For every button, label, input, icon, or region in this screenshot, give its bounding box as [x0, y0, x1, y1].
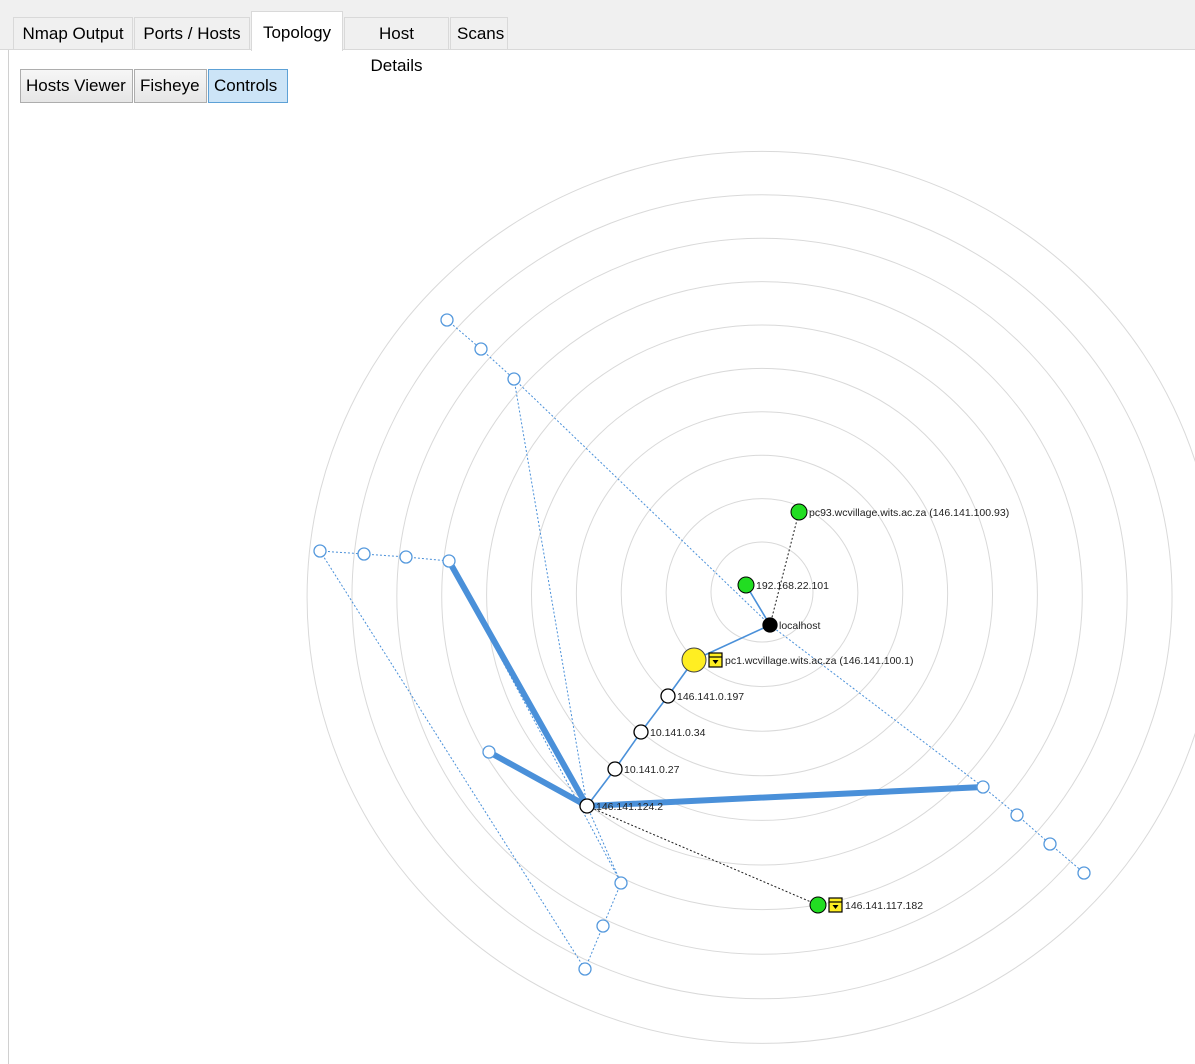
radial-rings: [306, 151, 1195, 1044]
host-label-h034: 10.141.0.34: [650, 727, 706, 739]
ring-6: [486, 324, 1038, 866]
hidden-node[interactable]: [442, 554, 456, 568]
topology-radial-graph[interactable]: localhost 192.168.22.101 pc93.wcvillage.wi…: [0, 0, 1195, 1064]
host-node-h0197[interactable]: [660, 688, 676, 704]
hidden-node[interactable]: [1043, 837, 1057, 851]
host-label-localhost: localhost: [779, 620, 821, 632]
hidden-node[interactable]: [1077, 866, 1091, 880]
host-label-pc93: pc93.wcvillage.wits.ac.za (146.141.100.9…: [809, 507, 1009, 519]
edge-dashed: [586, 805, 819, 906]
edge-dashed: [769, 511, 800, 626]
hidden-node[interactable]: [614, 876, 628, 890]
host-node-h034[interactable]: [633, 724, 649, 740]
host-label-h1242: 146.141.124.2: [596, 801, 663, 813]
edge-dotted: [769, 624, 984, 788]
ring-3: [620, 454, 904, 732]
host-label-h0197: 146.141.0.197: [677, 691, 744, 703]
firewall-icon: [708, 652, 723, 668]
hidden-node[interactable]: [1010, 808, 1024, 822]
hidden-node[interactable]: [596, 919, 610, 933]
host-node-h1242[interactable]: [579, 798, 595, 814]
host-node-pc93[interactable]: [790, 503, 808, 521]
host-label-h117: 146.141.117.182: [845, 900, 923, 912]
edge: [319, 550, 586, 970]
host-node-h027[interactable]: [607, 761, 623, 777]
hidden-node[interactable]: [474, 342, 488, 356]
hidden-node[interactable]: [482, 745, 496, 759]
graph-nodes: localhost 192.168.22.101 pc93.wcvillage.wi…: [313, 313, 1091, 976]
edge: [1049, 843, 1085, 874]
firewall-icon: [828, 897, 843, 913]
host-label-h192: 192.168.22.101: [756, 580, 829, 592]
ring-9: [351, 194, 1173, 1000]
host-node-h117[interactable]: [809, 896, 827, 914]
hidden-node[interactable]: [399, 550, 413, 564]
hidden-node[interactable]: [313, 544, 327, 558]
edge: [446, 319, 482, 350]
hidden-node[interactable]: [440, 313, 454, 327]
hidden-node[interactable]: [578, 962, 592, 976]
edge: [480, 348, 515, 380]
host-label-h027: 10.141.0.27: [624, 764, 680, 776]
host-node-localhost[interactable]: [762, 617, 778, 633]
host-node-pc1[interactable]: [681, 647, 707, 673]
ring-4: [575, 411, 949, 777]
hidden-node[interactable]: [507, 372, 521, 386]
edge: [584, 925, 604, 970]
edge: [586, 805, 622, 884]
ring-5: [530, 367, 994, 821]
ring-8: [396, 237, 1128, 955]
host-label-pc1: pc1.wcvillage.wits.ac.za (146.141.100.1): [725, 655, 914, 667]
hidden-node[interactable]: [357, 547, 371, 561]
ring-7: [441, 281, 1083, 911]
edge-dotted: [513, 378, 771, 626]
host-node-h192[interactable]: [737, 576, 755, 594]
hidden-node[interactable]: [976, 780, 990, 794]
